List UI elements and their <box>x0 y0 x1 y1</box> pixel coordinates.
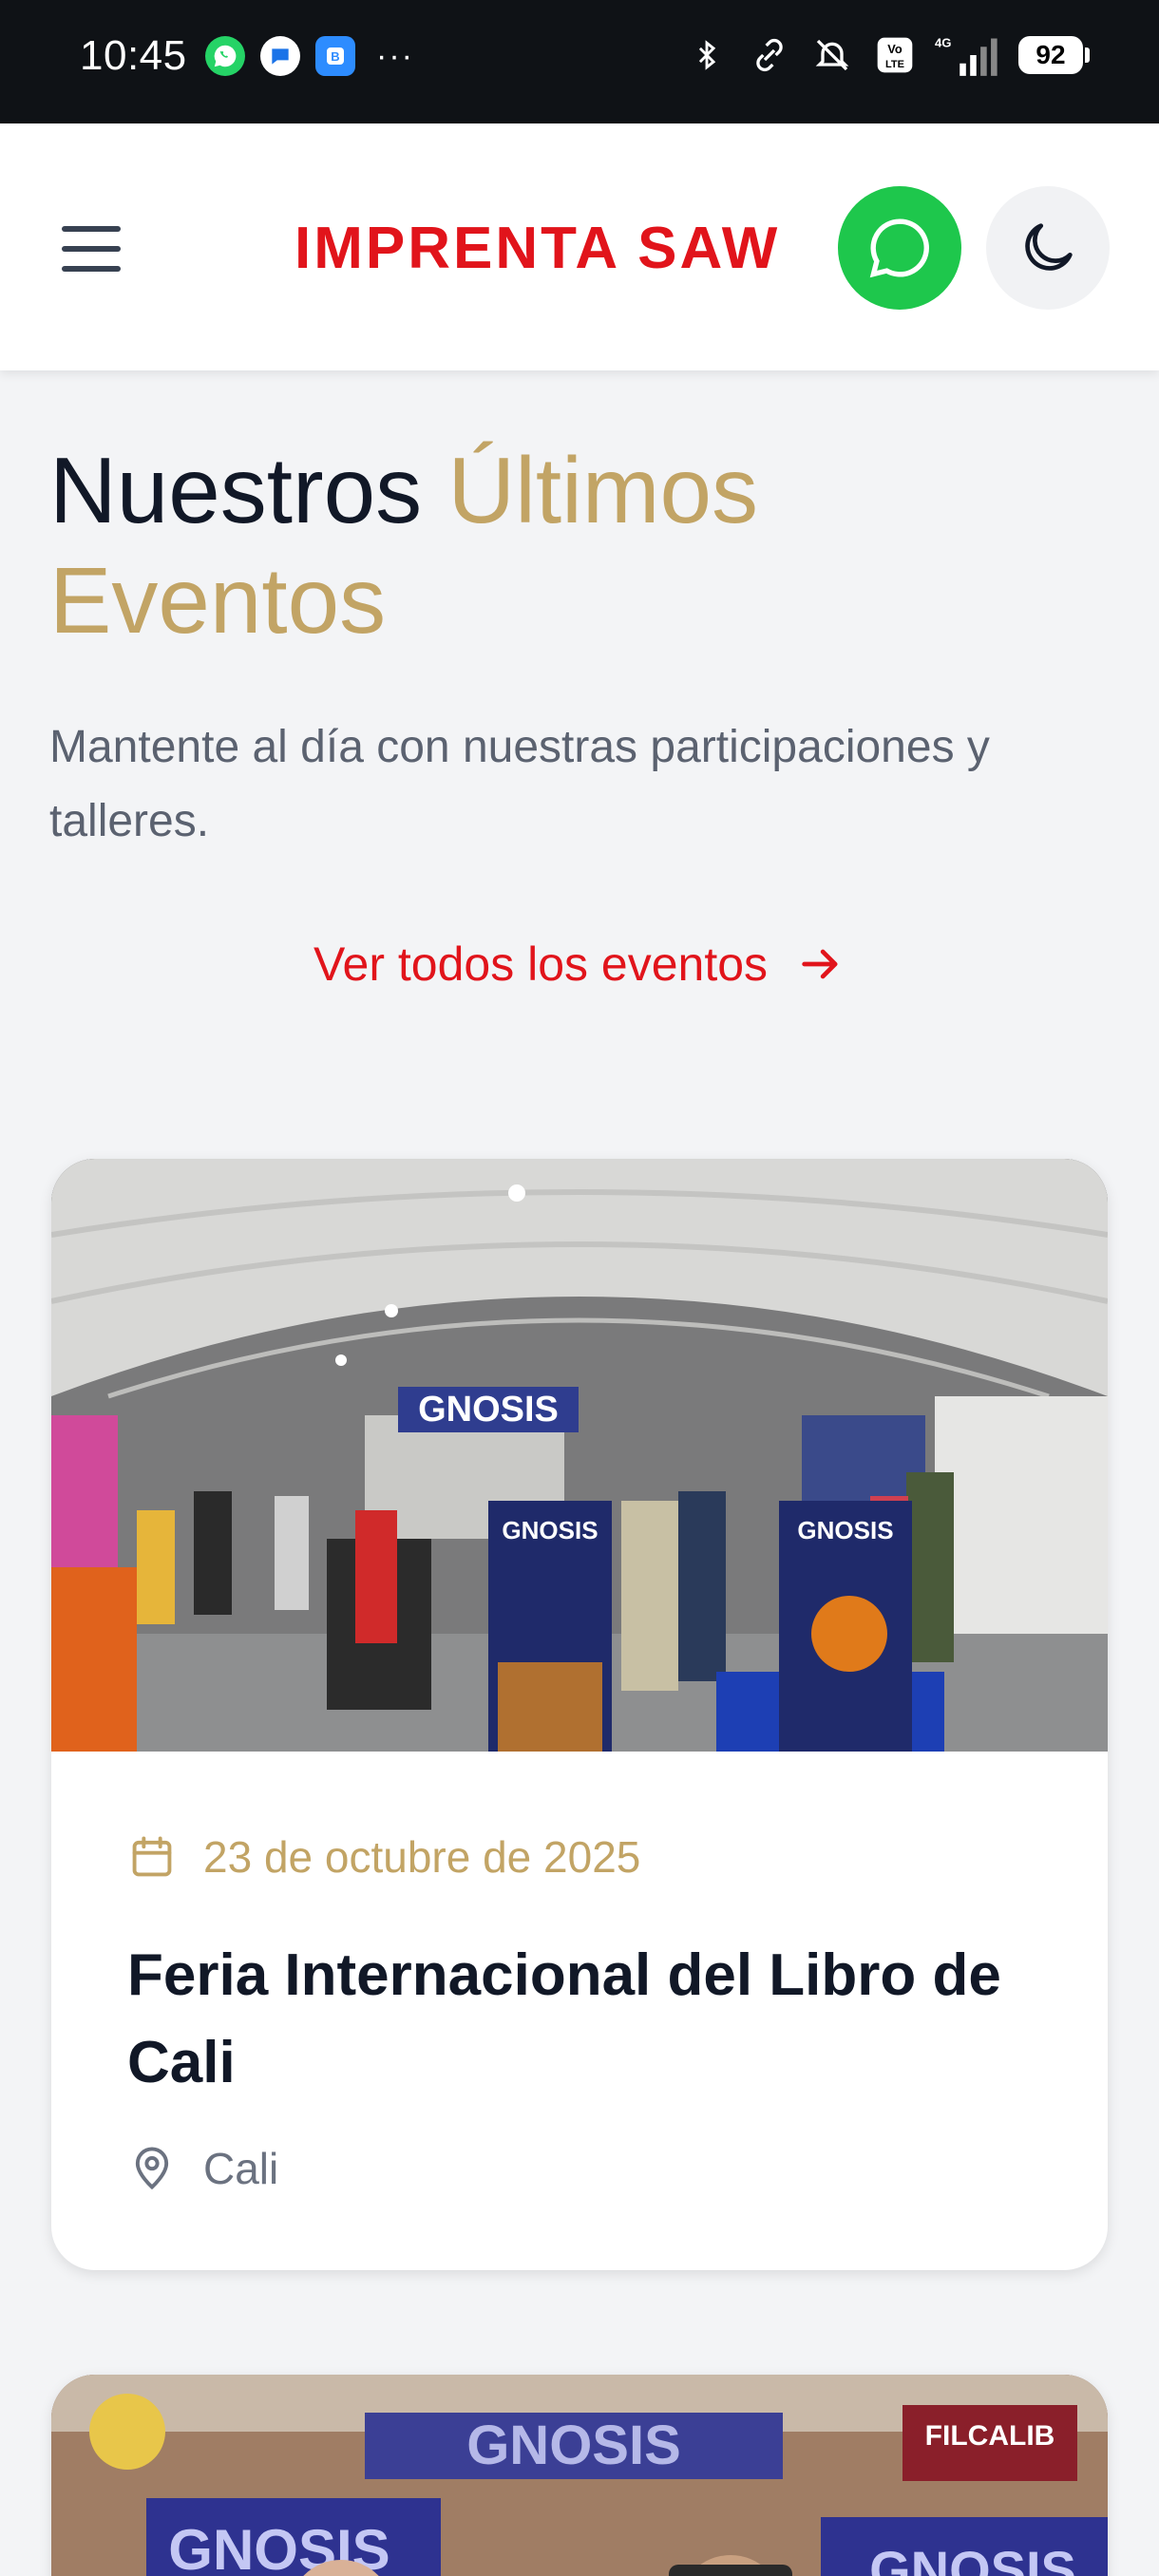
event-location: Cali <box>127 2143 278 2194</box>
svg-text:Vo: Vo <box>887 42 902 56</box>
brand-logo[interactable]: IMPRENTA SAW <box>294 211 780 287</box>
event-date-text: 23 de octubre de 2025 <box>203 1832 641 1882</box>
link-icon <box>747 32 792 78</box>
event-image[interactable]: GNOSIS FILCALIB GNOSIS GNOSIS <box>51 2375 1108 2576</box>
section-title-part1: Nuestros <box>49 438 448 542</box>
event-image-banner: GNOSIS <box>466 2415 681 2476</box>
more-notifications: ··· <box>376 38 414 74</box>
site-header: IMPRENTA SAW <box>0 123 1159 370</box>
svg-text:LTE: LTE <box>885 59 904 70</box>
moon-icon <box>1025 223 1073 271</box>
event-image-poster-1: GNOSIS <box>502 1516 598 1544</box>
whatsapp-button[interactable] <box>838 186 961 310</box>
event-image-poster-2: GNOSIS <box>797 1516 893 1544</box>
see-all-events-label[interactable]: Ver todos los eventos <box>314 937 768 992</box>
event-card[interactable]: GNOSIS GNOSIS GNOSIS 23 de octubre de 20… <box>51 1159 1108 2270</box>
hamburger-icon[interactable] <box>53 211 129 287</box>
see-all-events-link[interactable]: Ver todos los eventos <box>0 937 1159 992</box>
section-title: Nuestros Últimos Eventos <box>49 435 1113 655</box>
event-image-banner: GNOSIS <box>418 1390 559 1430</box>
arrow-right-icon <box>802 949 838 979</box>
event-image[interactable]: GNOSIS GNOSIS GNOSIS <box>51 1159 1108 1752</box>
status-right-icons: Vo LTE 4G 92 <box>684 32 1090 78</box>
signal-4g-icon: 4G <box>935 32 1001 78</box>
bluetooth-app-icon: B <box>315 36 355 76</box>
event-image-poster-right: GNOSIS <box>869 2540 1076 2576</box>
section-subtitle: Mantente al día con nuestras participaci… <box>49 722 990 846</box>
battery-indicator: 92 <box>1018 36 1090 74</box>
event-title[interactable]: Feria Internacional del Libro de Cali <box>127 1932 1058 2107</box>
messages-icon <box>260 36 300 76</box>
volte-icon: Vo LTE <box>872 32 918 78</box>
svg-text:4G: 4G <box>935 35 952 49</box>
status-bar: 10:45 B ··· Vo LTE 4G 92 <box>0 0 1159 123</box>
calendar-icon <box>132 1836 172 1877</box>
event-image-logo: FILCALIB <box>925 2420 1055 2452</box>
svg-text:B: B <box>331 49 339 64</box>
bluetooth-icon <box>684 32 730 78</box>
whatsapp-icon <box>869 218 929 278</box>
whatsapp-icon <box>205 36 245 76</box>
status-left-icons: B ··· <box>205 36 414 76</box>
event-card[interactable]: GNOSIS FILCALIB GNOSIS GNOSIS <box>51 2375 1108 2576</box>
status-time: 10:45 <box>80 32 187 79</box>
mute-icon <box>809 32 855 78</box>
event-date: 23 de octubre de 2025 <box>127 1831 640 1883</box>
map-pin-icon <box>135 2147 169 2190</box>
theme-toggle-button[interactable] <box>986 186 1110 310</box>
event-location-text: Cali <box>203 2144 279 2193</box>
